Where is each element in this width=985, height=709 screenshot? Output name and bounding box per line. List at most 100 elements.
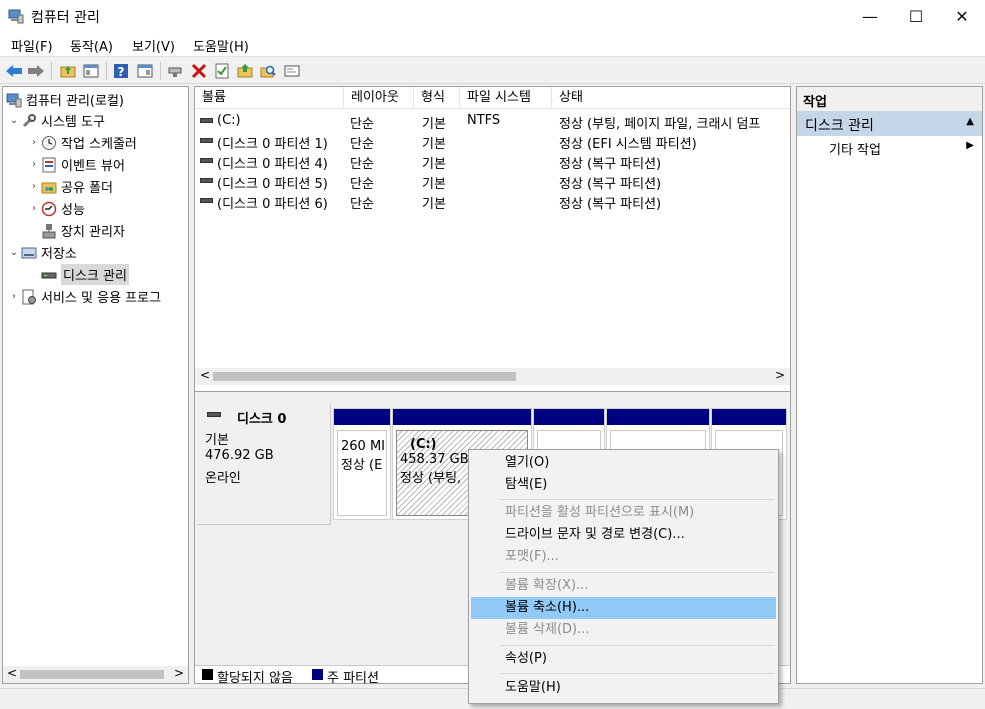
column-header-type[interactable]: 형식 <box>414 87 460 109</box>
volume-type: 기본 <box>422 117 446 132</box>
monitor-icon[interactable] <box>282 61 302 81</box>
menu-item-mark-active[interactable]: 파티션을 활성 파티션으로 표시(M) <box>471 502 776 524</box>
chevron-down-icon[interactable]: ⌄ <box>7 115 21 126</box>
partition-block[interactable]: 260 MI 정상 (E <box>333 408 391 520</box>
menu-item-delete-volume[interactable]: 볼륨 삭제(D)... <box>471 619 776 641</box>
partition-content: 260 MI 정상 (E <box>337 430 387 516</box>
menu-item-open[interactable]: 열기(O) <box>471 452 776 474</box>
tree-item-performance[interactable]: › 성능 <box>27 198 85 219</box>
chevron-right-icon[interactable]: › <box>27 159 41 170</box>
menu-item-help[interactable]: 도움말(H) <box>471 677 776 699</box>
maximize-button[interactable]: ☐ <box>893 0 939 32</box>
scrollbar-thumb[interactable] <box>20 670 164 679</box>
tree-item-services[interactable]: › 서비스 및 응용 프로그 <box>7 286 161 307</box>
volume-icon <box>200 158 213 163</box>
scroll-right-icon[interactable]: > <box>174 666 184 680</box>
scroll-left-icon[interactable]: < <box>7 666 17 680</box>
tree-item-disk-management[interactable]: 디스크 관리 <box>41 264 129 285</box>
menu-action[interactable]: 동작(A) <box>70 36 113 55</box>
menu-item-shrink-volume[interactable]: 볼륨 축소(H)... <box>471 597 776 619</box>
help-icon[interactable]: ? <box>111 61 131 81</box>
volume-status: 정상 (EFI 시스템 파티션) <box>559 137 697 152</box>
volume-row[interactable]: (C:) 단순 기본 NTFS 정상 (부팅, 페이지 파일, 크래시 덤프 <box>195 111 790 132</box>
menu-item-extend-volume[interactable]: 볼륨 확장(X)... <box>471 575 776 597</box>
close-button[interactable]: ✕ <box>939 0 985 32</box>
menu-view[interactable]: 보기(V) <box>132 36 175 55</box>
disk-info-panel[interactable]: 디스크 0 기본 476.92 GB 온라인 <box>197 404 331 525</box>
menu-file[interactable]: 파일(F) <box>11 36 53 55</box>
volume-name: (C:) <box>217 113 241 128</box>
chevron-right-icon[interactable]: › <box>7 291 21 302</box>
menu-item-explore[interactable]: 탐색(E) <box>471 474 776 496</box>
scroll-right-icon[interactable]: > <box>775 368 785 382</box>
menu-item-properties[interactable]: 속성(P) <box>471 648 776 670</box>
volume-name: (디스크 0 파티션 5) <box>217 177 328 192</box>
connect-icon[interactable] <box>165 61 185 81</box>
volume-layout: 단순 <box>350 157 374 172</box>
actions-section-disk-management[interactable]: 디스크 관리 ▲ <box>797 111 982 136</box>
properties-pane-icon[interactable] <box>81 61 101 81</box>
tree-item-event-viewer[interactable]: › 이벤트 뷰어 <box>27 154 125 175</box>
folder-arrow-icon[interactable] <box>235 61 255 81</box>
forward-arrow-icon[interactable] <box>26 61 46 81</box>
column-header-status[interactable]: 상태 <box>552 87 790 109</box>
column-header-layout[interactable]: 레이아웃 <box>344 87 414 109</box>
scrollbar-thumb[interactable] <box>213 372 516 381</box>
tree-label: 서비스 및 응용 프로그 <box>41 291 162 306</box>
legend-label-primary: 주 파티션 <box>327 671 379 686</box>
partition-bar <box>334 409 390 425</box>
collapse-up-icon[interactable]: ▲ <box>966 116 974 127</box>
volume-row[interactable]: (디스크 0 파티션 6) 단순 기본 정상 (복구 파티션) <box>195 191 790 212</box>
tree-item-system-tools[interactable]: ⌄ 시스템 도구 <box>7 110 105 131</box>
tree-label: 공유 폴더 <box>61 181 113 196</box>
shared-folder-icon <box>41 179 57 195</box>
volume-status: 정상 (부팅, 페이지 파일, 크래시 덤프 <box>559 117 761 132</box>
checklist-icon[interactable] <box>212 61 232 81</box>
scroll-left-icon[interactable]: < <box>200 368 210 382</box>
chevron-down-icon[interactable]: ⌄ <box>7 247 21 258</box>
column-header-volume[interactable]: 볼륨 <box>195 87 344 109</box>
partition-status: 정상 (E <box>341 458 383 473</box>
minimize-button[interactable]: — <box>847 0 893 32</box>
tree-label: 장치 관리자 <box>61 225 125 240</box>
menu-help[interactable]: 도움말(H) <box>193 36 249 55</box>
chevron-right-icon[interactable]: › <box>27 203 41 214</box>
svg-text:?: ? <box>118 65 125 79</box>
tree-item-storage[interactable]: ⌄ 저장소 <box>7 242 77 263</box>
volume-row[interactable]: (디스크 0 파티션 5) 단순 기본 정상 (복구 파티션) <box>195 171 790 192</box>
actions-more[interactable]: 기타 작업 ▶ <box>797 136 982 158</box>
legend-label-unallocated: 할당되지 않음 <box>217 671 293 686</box>
menu-item-format[interactable]: 포맷(F)... <box>471 546 776 568</box>
tree-item-task-scheduler[interactable]: › 작업 스케줄러 <box>27 132 137 153</box>
back-arrow-icon[interactable] <box>4 61 24 81</box>
delete-icon[interactable] <box>189 61 209 81</box>
submenu-arrow-icon: ▶ <box>966 140 974 151</box>
search-folder-icon[interactable] <box>258 61 278 81</box>
storage-icon <box>21 245 37 261</box>
volume-list-horizontal-scrollbar[interactable]: < > <box>195 368 790 385</box>
chevron-right-icon[interactable]: › <box>27 181 41 192</box>
partition-bar <box>534 409 604 425</box>
console-tree-icon[interactable] <box>135 61 155 81</box>
volume-row[interactable]: (디스크 0 파티션 1) 단순 기본 정상 (EFI 시스템 파티션) <box>195 131 790 152</box>
volume-layout: 단순 <box>350 137 374 152</box>
tree-item-root[interactable]: 컴퓨터 관리(로컬) <box>6 89 124 110</box>
tree-item-device-manager[interactable]: 장치 관리자 <box>41 220 125 241</box>
folder-up-icon[interactable] <box>58 61 78 81</box>
column-header-file-system[interactable]: 파일 시스템 <box>460 87 552 109</box>
menu-item-change-drive-letter[interactable]: 드라이브 문자 및 경로 변경(C)... <box>471 524 776 546</box>
tree-horizontal-scrollbar[interactable]: < > <box>3 666 188 683</box>
menu-separator <box>499 673 774 674</box>
volume-type: 기본 <box>422 137 446 152</box>
volume-layout: 단순 <box>350 177 374 192</box>
volume-row[interactable]: (디스크 0 파티션 4) 단순 기본 정상 (복구 파티션) <box>195 151 790 172</box>
tools-icon <box>21 113 37 129</box>
tree-label: 작업 스케줄러 <box>61 137 137 152</box>
volume-list-header: 볼륨 레이아웃 형식 파일 시스템 상태 <box>195 87 790 109</box>
window-title: 컴퓨터 관리 <box>31 10 100 26</box>
console-tree[interactable]: 컴퓨터 관리(로컬) ⌄ 시스템 도구 › 작업 스케줄러 › 이벤트 뷰어 ›… <box>2 86 189 684</box>
toolbar: ? <box>0 56 985 84</box>
actions-header: 작업 <box>797 87 982 111</box>
tree-item-shared-folders[interactable]: › 공유 폴더 <box>27 176 113 197</box>
chevron-right-icon[interactable]: › <box>27 137 41 148</box>
